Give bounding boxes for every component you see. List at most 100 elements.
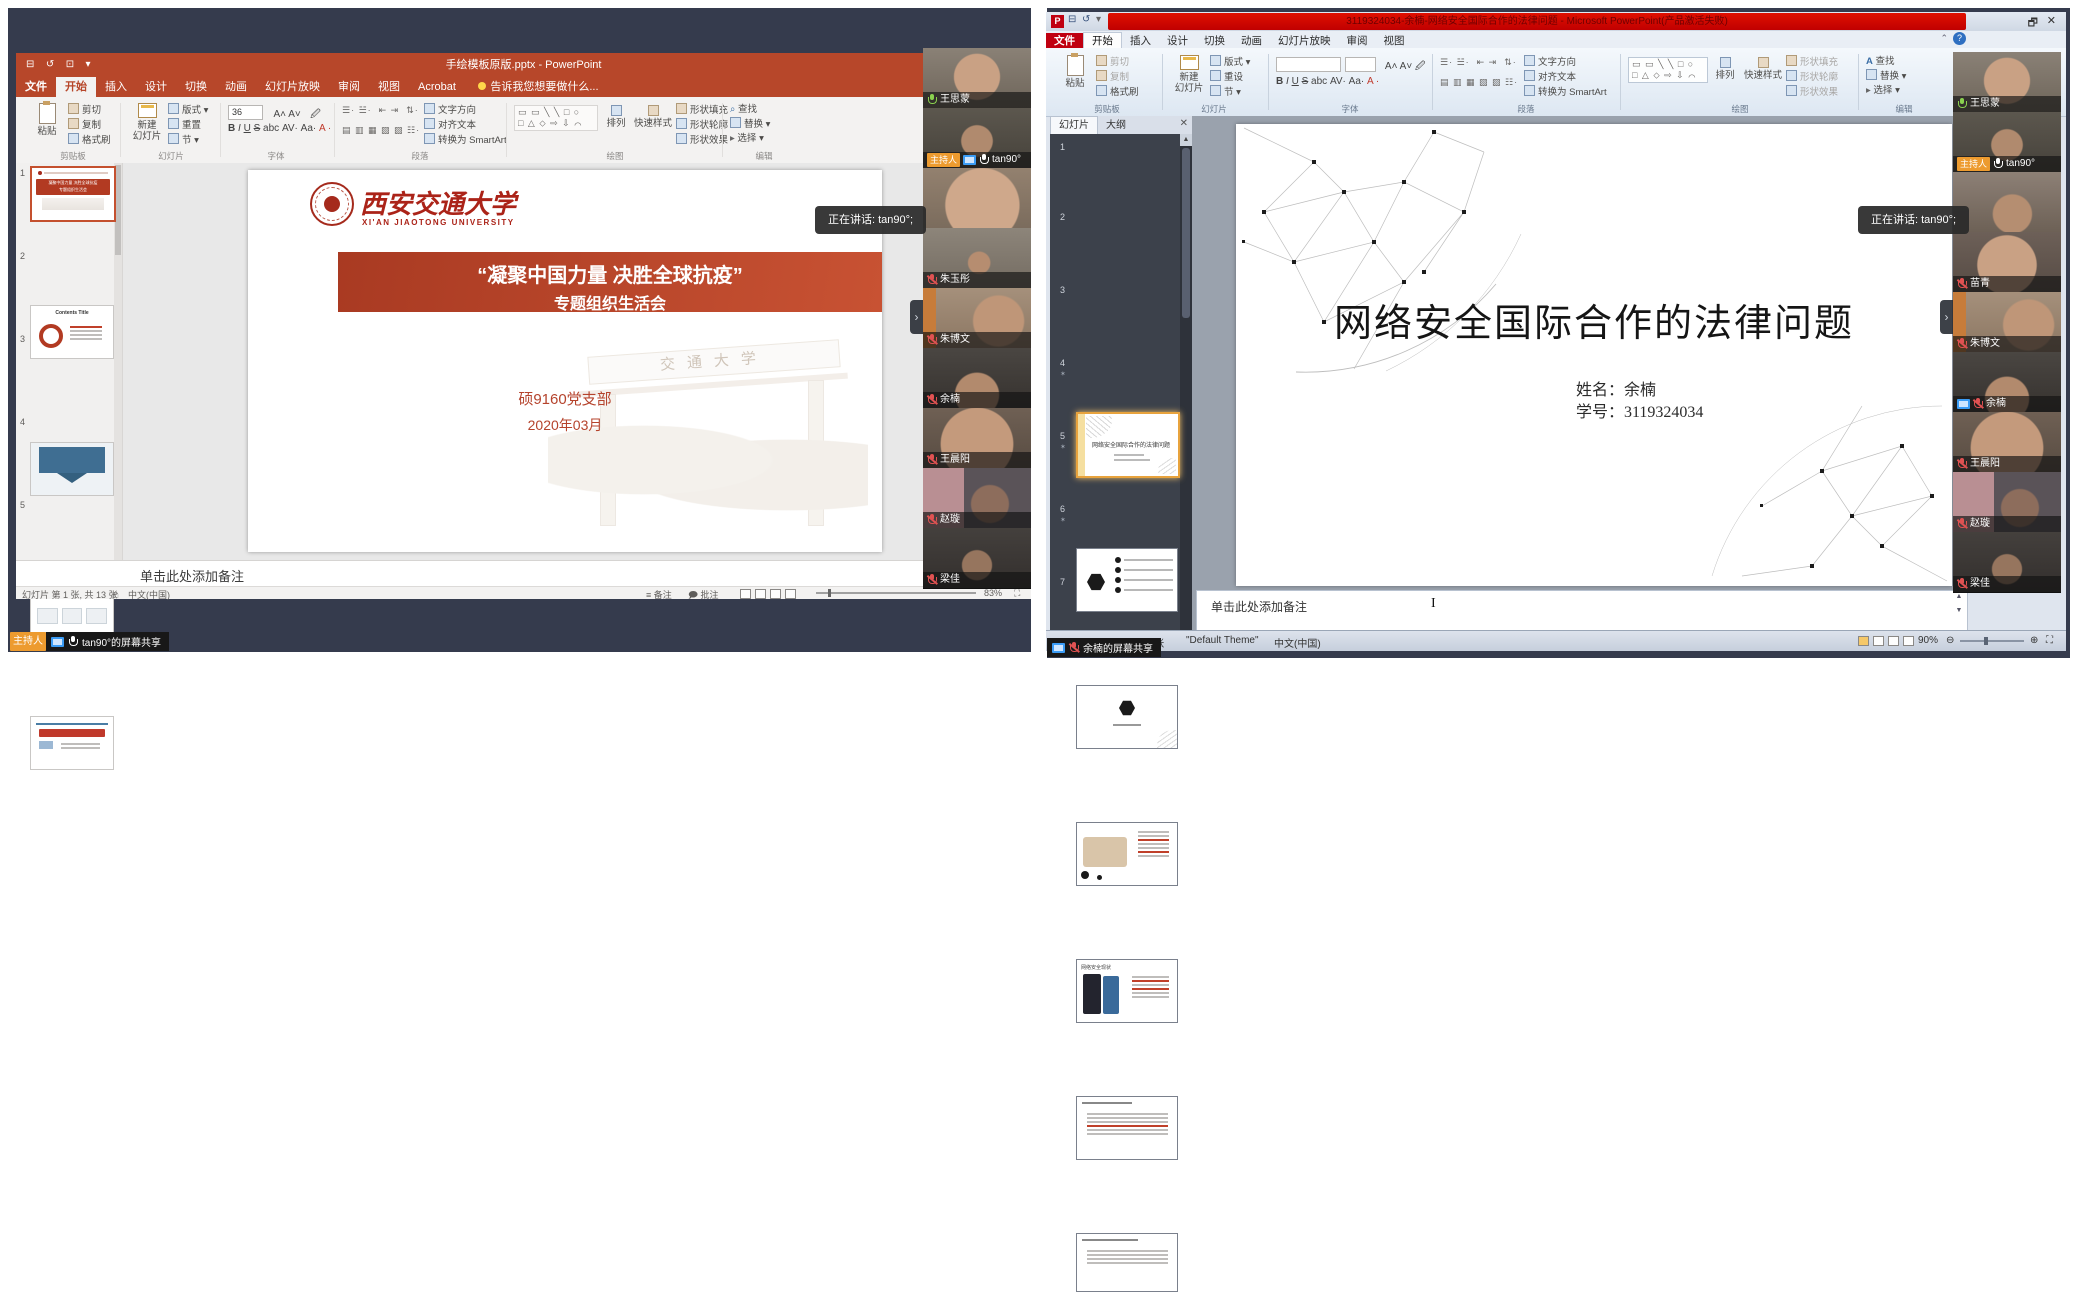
slide-counter: 幻灯片 第 1 张, 共 13 张: [22, 588, 118, 601]
zoom-slider[interactable]: [816, 592, 976, 594]
help-icon[interactable]: ?: [1953, 32, 1966, 45]
participant-tile[interactable]: 王思蒙: [923, 48, 1031, 109]
group-paragraph-label: 段落: [1436, 103, 1616, 115]
participant-tile[interactable]: 主持人tan90°: [1953, 112, 2061, 173]
close-panel-icon[interactable]: ✕: [1180, 118, 1188, 129]
collapse-strip-chevron[interactable]: ›: [910, 300, 923, 334]
close-icon[interactable]: ✕: [2047, 14, 2056, 27]
panel-tab-outline[interactable]: 大纲: [1098, 117, 1134, 134]
tab-slideshow[interactable]: 幻灯片放映: [256, 77, 329, 97]
slide-thumbnail-1[interactable]: 网络安全国际合作的法律问题: [1076, 412, 1180, 478]
slide-thumbnail-7[interactable]: [1076, 1233, 1178, 1292]
host-badge: 主持人: [10, 632, 46, 651]
redo-icon[interactable]: ⊡: [66, 53, 74, 77]
slide-thumbnail-2[interactable]: [1076, 548, 1178, 612]
participant-tile[interactable]: 苗青: [1953, 232, 2061, 293]
participant-tile[interactable]: 梁佳: [1953, 532, 2061, 593]
right-ribbon-tabs: 文件开始插入设计切换动画幻灯片放映审阅视图 ⌃ ?: [1046, 31, 2066, 49]
tab-animations[interactable]: 动画: [216, 77, 256, 97]
tab-home[interactable]: 开始: [56, 77, 96, 97]
tab-file[interactable]: 文件: [16, 77, 56, 97]
slide-title[interactable]: 网络安全国际合作的法律问题: [1269, 292, 1919, 347]
tab-acrobat[interactable]: Acrobat: [409, 77, 465, 97]
participant-tile[interactable]: 余楠: [923, 348, 1031, 409]
slide-thumbnail-3[interactable]: [1076, 685, 1178, 749]
fit-window-icon[interactable]: ⛶: [2046, 635, 2053, 646]
view-buttons[interactable]: [1858, 636, 1918, 647]
slide-thumbnail-5[interactable]: [30, 716, 114, 770]
left-slide-canvas[interactable]: 西安交通大学 XI'AN JIAOTONG UNIVERSITY “凝聚中国力量…: [248, 170, 882, 552]
mic-on-icon: [1957, 98, 1967, 110]
left-notes-pane[interactable]: 单击此处添加备注: [16, 560, 1031, 587]
zoom-out-icon[interactable]: ⊖: [1946, 635, 1954, 646]
tab-view[interactable]: 视图: [369, 77, 409, 97]
zoom-level[interactable]: 83%: [984, 588, 1002, 598]
zoom-slider[interactable]: [1960, 640, 2024, 642]
right-notes-pane[interactable]: 单击此处添加备注 I ▲▼: [1196, 590, 1968, 632]
participant-tile[interactable]: 朱博文: [923, 288, 1031, 349]
slide-author-name[interactable]: 姓名：余楠: [1576, 376, 1656, 400]
tab-transitions[interactable]: 切换: [176, 77, 216, 97]
participant-tile[interactable]: 朱玉彤: [923, 228, 1031, 289]
qat-dropdown-icon[interactable]: ▾: [86, 53, 91, 77]
participant-tile[interactable]: 王晨阳: [1953, 412, 2061, 473]
spellcheck-icon[interactable]: 🗈: [112, 588, 119, 604]
tab-insert[interactable]: 插入: [96, 77, 136, 97]
tab-design[interactable]: 设计: [136, 77, 176, 97]
host-badge: 主持人: [927, 153, 960, 167]
right-panel-scrollbar[interactable]: ▲: [1180, 134, 1192, 634]
slide-thumbnail-5[interactable]: 网络安全现状: [1076, 959, 1178, 1023]
mic-muted-icon: [1973, 398, 1983, 410]
slide-thumbnail-6[interactable]: [1076, 1096, 1178, 1160]
group-font-label: 字体: [224, 150, 328, 162]
participant-tile[interactable]: 梁佳: [923, 528, 1031, 589]
thumbnail-scrollbar[interactable]: [114, 163, 122, 560]
tell-me-box[interactable]: 告诉我您想要做什么...: [469, 77, 607, 97]
slide-footer-1: 硕9160党支部: [460, 388, 670, 409]
fit-window-icon[interactable]: ⛶: [1014, 588, 1020, 599]
save-icon[interactable]: ⊟: [26, 53, 34, 77]
slide-thumbnail-1[interactable]: 凝聚中国力量 决胜全球抗疫专题组织生活会: [30, 166, 116, 222]
mic-muted-icon: [927, 274, 937, 286]
comments-toggle[interactable]: 🗩 批注: [688, 588, 719, 604]
undo-icon[interactable]: ↺: [46, 53, 54, 77]
left-title-bar[interactable]: ⊟ ↺ ⊡ ▾ 手绘模板原版.pptx - PowerPoint: [16, 53, 1031, 77]
left-ribbon: 粘贴 剪切 复制 格式刷 剪贴板 新建幻灯片 版式 ▾ 重置 节 ▾ 幻灯片 3…: [16, 97, 1031, 164]
right-panel-tabs: 幻灯片大纲 ✕: [1050, 116, 1192, 135]
participant-video: [1953, 172, 2061, 232]
qat-dropdown-icon[interactable]: ▾: [1096, 14, 1101, 25]
right-title-bar[interactable]: P ⊟ ↺ ▾ 3119324034-余楠-网络安全国际合作的法律问题 - Mi…: [1046, 12, 2066, 31]
participant-tile[interactable]: [1953, 172, 2061, 233]
undo-icon[interactable]: ↺: [1082, 14, 1090, 25]
zoom-in-icon[interactable]: ⊕: [2030, 635, 2038, 646]
slide-thumbnail-2[interactable]: Contents Title: [30, 305, 114, 359]
participant-tile[interactable]: 赵璇: [1953, 472, 2061, 533]
participant-tile[interactable]: 朱博文: [1953, 292, 2061, 353]
minimize-ribbon-icon[interactable]: ⌃: [1940, 33, 1948, 44]
collapse-strip-chevron[interactable]: ›: [1940, 300, 1953, 334]
notes-scrollbar[interactable]: ▲▼: [1953, 593, 1965, 614]
panel-tab-slides[interactable]: 幻灯片: [1050, 116, 1098, 134]
slide-author-id[interactable]: 学号：3119324034: [1576, 398, 1703, 422]
right-window-title: 3119324034-余楠-网络安全国际合作的法律问题 - Microsoft …: [1108, 13, 1966, 30]
tab-review[interactable]: 审阅: [329, 77, 369, 97]
zoom-level[interactable]: 90%: [1918, 635, 1938, 646]
participant-tile[interactable]: 王思蒙: [1953, 52, 2061, 113]
mic-on-icon: [927, 94, 937, 106]
host-badge: 主持人: [1957, 157, 1990, 171]
participant-tile[interactable]: 余楠: [1953, 352, 2061, 413]
notes-toggle[interactable]: ≡ 备注: [646, 588, 672, 601]
slide-thumbnail-3[interactable]: [30, 442, 114, 496]
participant-tile[interactable]: 王晨阳: [923, 408, 1031, 469]
right-slide-canvas[interactable]: 网络安全国际合作的法律问题 姓名：余楠 学号：3119324034: [1236, 124, 1952, 586]
slide-thumbnail-4[interactable]: [1076, 822, 1178, 886]
language-indicator[interactable]: 中文(中国): [1274, 635, 1321, 650]
theme-indicator[interactable]: "Default Theme": [1186, 635, 1259, 646]
left-window-title: 手绘模板原版.pptx - PowerPoint: [16, 53, 1031, 77]
participant-tile[interactable]: [923, 168, 1031, 229]
language-indicator[interactable]: 中文(中国): [128, 588, 170, 601]
view-buttons[interactable]: [740, 588, 800, 599]
save-icon[interactable]: ⊟: [1068, 14, 1076, 25]
participant-tile[interactable]: 赵璇: [923, 468, 1031, 529]
participant-tile[interactable]: 主持人tan90°: [923, 108, 1031, 169]
